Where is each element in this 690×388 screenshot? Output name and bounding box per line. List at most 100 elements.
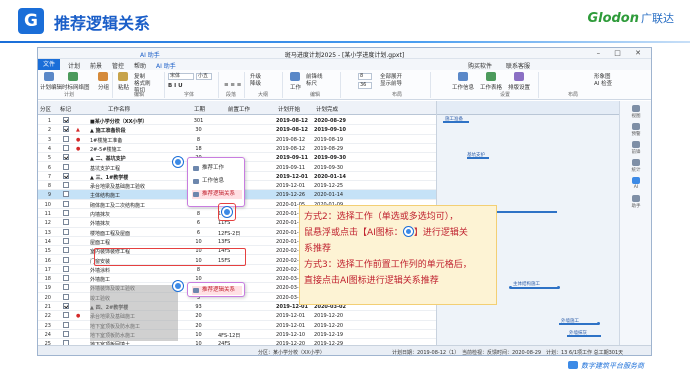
plan-edit-icon[interactable] — [44, 72, 54, 81]
row-checkbox[interactable] — [63, 293, 69, 300]
duration-cell[interactable]: 93 — [182, 304, 215, 310]
gantt-bar[interactable] — [497, 211, 557, 213]
work-name-cell[interactable]: ▲ 二、基坑支护 — [90, 155, 182, 162]
ai-icon[interactable] — [221, 206, 233, 218]
bold-icon[interactable]: B I U — [168, 83, 183, 89]
tab-ai-assistant[interactable]: AI 助手 — [156, 61, 176, 70]
start-date-cell[interactable]: 2019-12-01 — [276, 313, 312, 319]
start-date-cell[interactable]: 2019-12-01 — [276, 174, 312, 180]
start-date-cell[interactable]: 2019-08-12 — [276, 146, 312, 152]
group-button[interactable]: 分组 — [98, 83, 109, 91]
group-icon[interactable] — [98, 72, 108, 81]
work-name-cell[interactable]: 屋面工程 — [90, 239, 182, 246]
col-header-predecessor[interactable]: 前置工作 — [228, 105, 250, 113]
start-date-cell[interactable]: 2019-12-10 — [276, 332, 312, 338]
row-number[interactable]: 24 — [40, 332, 51, 338]
col-header-zone[interactable]: 分区 — [40, 105, 51, 113]
row-number[interactable]: 13 — [40, 230, 51, 236]
tab-help[interactable]: 帮助 — [134, 61, 146, 70]
predecessor-cell[interactable]: 13FS — [218, 239, 262, 245]
row-checkbox[interactable] — [63, 154, 69, 161]
start-date-cell[interactable]: 2019-09-11 — [276, 165, 312, 171]
row-number[interactable]: 16 — [40, 258, 51, 264]
work-name-cell[interactable]: 楼地面工程及屋面 — [90, 230, 182, 237]
row-checkbox[interactable] — [63, 182, 69, 189]
col-header-name[interactable]: 工作名称 — [108, 105, 130, 113]
end-date-cell[interactable]: 2020-01-14 — [314, 174, 354, 180]
row-marker[interactable]: ● — [76, 137, 80, 143]
end-date-cell[interactable]: 2019-08-19 — [314, 137, 354, 143]
duration-cell[interactable]: 20 — [182, 323, 215, 329]
recommend-logic-item[interactable]: 推荐逻辑关系 — [192, 286, 242, 295]
side-stats-button[interactable]: 统计 — [624, 159, 648, 173]
row-number[interactable]: 18 — [40, 276, 51, 282]
start-date-cell[interactable]: 2019-09-11 — [276, 155, 312, 161]
downgrade-button[interactable]: 降级 — [250, 79, 261, 87]
end-date-cell[interactable]: 2019-12-20 — [314, 313, 354, 319]
work-table-icon[interactable] — [486, 72, 496, 81]
row-checkbox[interactable] — [63, 210, 69, 216]
start-date-cell[interactable]: 2019-12-26 — [276, 192, 312, 198]
table-row[interactable]: 3 ● 1#楼施工准备 8 2019-08-12 2019-08-19 — [38, 135, 436, 144]
row-checkbox[interactable] — [63, 321, 69, 328]
plan-edit-button[interactable]: 计划编辑 — [40, 83, 62, 91]
work-name-cell[interactable]: 1#楼施工准备 — [90, 137, 182, 144]
tab-file[interactable]: 文件 — [38, 59, 60, 70]
col-header-mark[interactable]: 标记 — [60, 105, 71, 113]
align-icon[interactable]: ≡ ≡ ≡ — [224, 82, 241, 88]
row-number[interactable]: 4 — [40, 146, 51, 152]
row-checkbox[interactable] — [63, 135, 69, 142]
work-name-cell[interactable]: 外墙涂料 — [90, 267, 182, 274]
row-checkbox[interactable] — [63, 312, 69, 319]
work-name-cell[interactable]: ■某小学分校（XX小学） — [90, 118, 182, 125]
layout-settings-button[interactable]: 排版设置 — [508, 83, 530, 91]
start-date-cell[interactable]: 2019-12-01 — [276, 183, 312, 189]
work-info-item[interactable]: 工作信息 — [192, 177, 242, 186]
end-date-cell[interactable]: 2019-08-29 — [314, 146, 354, 152]
side-front-button[interactable]: 前锋 — [624, 141, 648, 155]
row-number[interactable]: 11 — [40, 211, 51, 217]
network-chart-button[interactable]: 时标网络图 — [62, 83, 90, 91]
row-checkbox[interactable] — [63, 247, 69, 254]
row-number[interactable]: 20 — [40, 295, 51, 301]
row-checkbox[interactable] — [63, 126, 69, 133]
window-controls[interactable]: – □ ✕ — [597, 49, 647, 57]
ai-check-button[interactable]: AI 检查 — [594, 79, 612, 87]
row-checkbox[interactable] — [63, 219, 69, 226]
font-name-select[interactable]: 宋体 — [168, 73, 194, 80]
recommend-logic-item[interactable]: 推荐逻辑关系 — [192, 190, 242, 199]
duration-cell[interactable]: 8 — [182, 267, 215, 273]
end-date-cell[interactable]: 2019-09-30 — [314, 165, 354, 171]
ruler-button[interactable]: 标尺 — [306, 79, 317, 87]
paste-icon[interactable] — [118, 72, 128, 81]
row-number[interactable]: 6 — [40, 165, 51, 171]
side-alert-button[interactable]: 预警 — [624, 123, 648, 137]
predecessor-cell[interactable]: 11FS — [218, 220, 262, 226]
work-name-cell[interactable]: 外墙抹灰 — [90, 220, 182, 227]
row-number[interactable]: 17 — [40, 267, 51, 273]
duration-cell[interactable]: 10 — [182, 239, 215, 245]
row-number[interactable]: 12 — [40, 220, 51, 226]
end-date-cell[interactable]: 2019-09-10 — [314, 127, 354, 133]
row-number[interactable]: 23 — [40, 323, 51, 329]
ai-icon[interactable] — [172, 156, 184, 168]
work-name-cell[interactable]: 2#-5#楼施工 — [90, 146, 182, 153]
table-row[interactable]: 2 ▲ ▲ 施工准备阶段 30 2019-08-12 2019-09-10 — [38, 125, 436, 135]
work-icon[interactable] — [290, 72, 300, 81]
row-number[interactable]: 2 — [40, 127, 51, 133]
row-checkbox[interactable] — [63, 284, 69, 291]
font-size-select[interactable]: 小五 — [196, 73, 212, 80]
row-checkbox[interactable] — [63, 144, 69, 151]
duration-cell[interactable]: 10 — [182, 332, 215, 338]
work-name-cell[interactable]: 外墙施工 — [90, 276, 182, 283]
work-table-button[interactable]: 工作表格 — [480, 83, 502, 91]
duration-cell[interactable]: 20 — [182, 313, 215, 319]
work-name-cell[interactable]: ▲ 施工准备阶段 — [90, 127, 182, 134]
row-checkbox[interactable] — [63, 256, 69, 263]
row-number[interactable]: 7 — [40, 174, 51, 180]
duration-cell[interactable]: 8 — [182, 137, 215, 143]
row-checkbox[interactable] — [63, 237, 69, 244]
row-marker[interactable]: ▲ — [76, 127, 80, 133]
row-number[interactable]: 3 — [40, 137, 51, 143]
network-chart-icon[interactable] — [68, 72, 78, 81]
